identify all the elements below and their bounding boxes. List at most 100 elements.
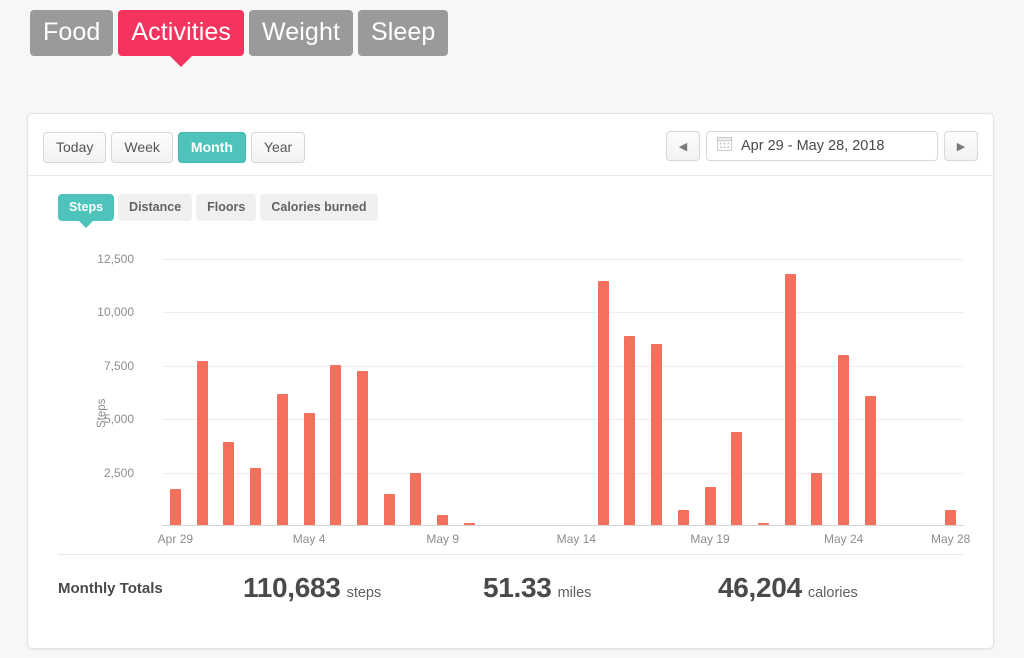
date-navigator: ◀ Apr 29 - May 28, 2018 ▶: [666, 131, 978, 161]
y-axis-tick-label: 7,500: [78, 359, 134, 373]
metric-tab-steps[interactable]: Steps: [58, 194, 114, 221]
chart-bar-slot[interactable]: [322, 248, 349, 525]
chart-bar-slot[interactable]: [616, 248, 643, 525]
chart-bar[interactable]: [838, 355, 849, 525]
chart-bar[interactable]: [357, 371, 368, 525]
chart-bar-slot[interactable]: [670, 248, 697, 525]
chart-bar-slot[interactable]: [162, 248, 189, 525]
total-calories-unit: calories: [808, 585, 858, 601]
chart-bar[interactable]: [223, 442, 234, 525]
chart-bar-slot[interactable]: [269, 248, 296, 525]
y-axis-tick-label: 2,500: [78, 466, 134, 480]
x-axis-tick-label: May 19: [690, 532, 729, 546]
chart-bar-slot[interactable]: [215, 248, 242, 525]
chart-bar-slot[interactable]: [429, 248, 456, 525]
chart-bar[interactable]: [651, 344, 662, 525]
nav-tab-weight[interactable]: Weight: [249, 10, 353, 56]
nav-tab-activities[interactable]: Activities: [118, 10, 244, 56]
chart-bar-slot[interactable]: [590, 248, 617, 525]
period-button-today[interactable]: Today: [43, 132, 106, 163]
chart-bar-slot[interactable]: [536, 248, 563, 525]
total-miles-value: 51.33: [483, 572, 552, 604]
chart-bar[interactable]: [945, 510, 956, 525]
chart-bar-slot[interactable]: [242, 248, 269, 525]
metric-tab-floors[interactable]: Floors: [196, 194, 256, 221]
chart-bar[interactable]: [624, 336, 635, 525]
chart-bar[interactable]: [758, 523, 769, 525]
chart-bar[interactable]: [678, 510, 689, 525]
chart-bar-slot[interactable]: [643, 248, 670, 525]
y-axis-tick-label: 10,000: [78, 305, 134, 319]
chart-bar[interactable]: [384, 494, 395, 525]
chart-bar-slot[interactable]: [189, 248, 216, 525]
monthly-totals-row: Monthly Totals 110,683 steps 51.33 miles…: [58, 554, 963, 621]
chart-bar-slot[interactable]: [911, 248, 938, 525]
x-axis-tick-label: May 14: [557, 532, 596, 546]
chart-bar-slot[interactable]: [723, 248, 750, 525]
chart-bar[interactable]: [437, 515, 448, 525]
chart-bar-slot[interactable]: [456, 248, 483, 525]
chart-bar[interactable]: [865, 396, 876, 525]
chart-bar-slot[interactable]: [510, 248, 537, 525]
chart-bar[interactable]: [598, 281, 609, 525]
chart-bars: [162, 248, 964, 525]
period-button-week[interactable]: Week: [111, 132, 173, 163]
total-steps-unit: steps: [347, 585, 382, 601]
chart-plot-area: 2,5005,0007,50010,00012,500 Apr 29May 4M…: [140, 248, 964, 526]
next-period-button[interactable]: ▶: [944, 131, 978, 161]
date-range-picker[interactable]: Apr 29 - May 28, 2018: [706, 131, 938, 161]
top-nav: Food Activities Weight Sleep: [30, 10, 448, 56]
chart-bar[interactable]: [464, 523, 475, 525]
chart-bar-slot[interactable]: [830, 248, 857, 525]
nav-tab-sleep[interactable]: Sleep: [358, 10, 448, 56]
chart-bar[interactable]: [250, 468, 261, 525]
chart-bar[interactable]: [705, 487, 716, 525]
x-axis-line: [162, 525, 964, 526]
previous-period-button[interactable]: ◀: [666, 131, 700, 161]
chart-bar-slot[interactable]: [884, 248, 911, 525]
y-axis-tick-label: 12,500: [78, 252, 134, 266]
chart-bar[interactable]: [304, 413, 315, 525]
chart-bar[interactable]: [410, 473, 421, 525]
totals-label: Monthly Totals: [58, 580, 243, 597]
chart-bar-slot[interactable]: [697, 248, 724, 525]
metric-tab-calories-burned[interactable]: Calories burned: [260, 194, 377, 221]
chart-bar[interactable]: [811, 473, 822, 525]
chart-bar-slot[interactable]: [376, 248, 403, 525]
total-steps-value: 110,683: [243, 572, 341, 604]
chart-bar[interactable]: [785, 274, 796, 525]
total-steps: 110,683 steps: [243, 572, 483, 604]
chart-bar-slot[interactable]: [750, 248, 777, 525]
nav-tab-food[interactable]: Food: [30, 10, 113, 56]
total-calories: 46,204 calories: [718, 572, 858, 604]
x-axis-tick-label: May 24: [824, 532, 863, 546]
chart-bar-slot[interactable]: [563, 248, 590, 525]
chart-bar-slot[interactable]: [804, 248, 831, 525]
chart-bar-slot[interactable]: [937, 248, 964, 525]
steps-chart: Steps 2,5005,0007,50010,00012,500 Apr 29…: [28, 232, 993, 540]
chart-bar-slot[interactable]: [777, 248, 804, 525]
chart-bar-slot[interactable]: [403, 248, 430, 525]
period-button-year[interactable]: Year: [251, 132, 305, 163]
chart-bar[interactable]: [197, 361, 208, 525]
card-toolbar: Today Week Month Year ◀: [28, 114, 993, 176]
period-selector-group: Today Week Month Year: [43, 132, 305, 163]
chart-bar-slot[interactable]: [857, 248, 884, 525]
y-axis-tick-label: 5,000: [78, 412, 134, 426]
metric-tab-distance[interactable]: Distance: [118, 194, 192, 221]
x-axis-tick-label: May 28: [931, 532, 970, 546]
chart-bar[interactable]: [170, 489, 181, 525]
chart-bar-slot[interactable]: [349, 248, 376, 525]
activities-card: Today Week Month Year ◀: [27, 113, 994, 649]
chart-bar[interactable]: [277, 394, 288, 526]
total-miles-unit: miles: [558, 585, 592, 601]
period-button-month[interactable]: Month: [178, 132, 246, 163]
x-axis-tick-label: May 4: [293, 532, 326, 546]
metric-tabs: Steps Distance Floors Calories burned: [58, 194, 378, 221]
chart-bar[interactable]: [731, 432, 742, 525]
calendar-icon: [717, 136, 732, 156]
chart-bar-slot[interactable]: [483, 248, 510, 525]
chart-bar-slot[interactable]: [296, 248, 323, 525]
chart-bar[interactable]: [330, 365, 341, 525]
x-axis-tick-label: Apr 29: [158, 532, 193, 546]
